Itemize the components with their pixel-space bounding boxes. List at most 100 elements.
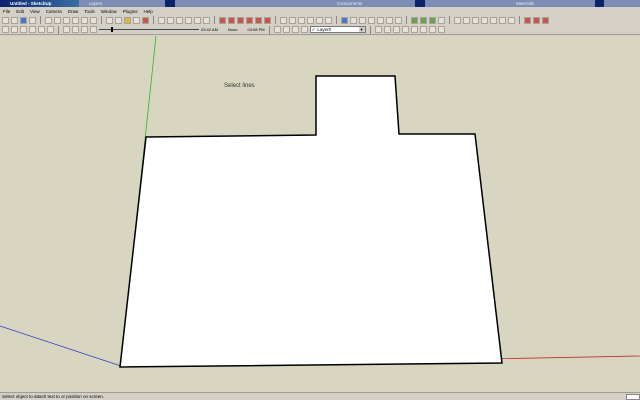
rectangle-icon[interactable] <box>185 16 192 24</box>
back-view-icon[interactable] <box>38 26 45 33</box>
google-earth-icon[interactable] <box>438 16 445 24</box>
iso-view-icon[interactable] <box>2 26 9 33</box>
share-component-icon[interactable] <box>429 16 436 24</box>
shaded-textures-icon[interactable] <box>499 16 506 24</box>
scale-icon[interactable] <box>255 16 262 24</box>
position-camera-icon[interactable] <box>63 26 70 33</box>
line-icon[interactable] <box>158 16 165 24</box>
measurements-box[interactable] <box>626 393 640 400</box>
style-icon[interactable] <box>401 26 409 33</box>
layers-panel-tab[interactable]: Layers <box>78 0 166 7</box>
redo-icon[interactable] <box>90 16 97 24</box>
floor-plan-face[interactable] <box>119 75 503 368</box>
share-model-icon[interactable] <box>420 16 427 24</box>
menu-edit[interactable]: Edit <box>13 9 27 14</box>
layer-manager-icon[interactable] <box>300 26 308 33</box>
freehand-icon[interactable] <box>176 16 183 24</box>
zoom-extents-icon[interactable] <box>395 16 402 24</box>
zoom-window-icon[interactable] <box>368 16 375 24</box>
match-photo-icon[interactable] <box>291 26 299 33</box>
components-close-icon[interactable] <box>415 0 426 7</box>
open-file-icon[interactable] <box>11 16 18 24</box>
menu-window[interactable]: Window <box>98 9 120 14</box>
fog-icon[interactable] <box>273 26 281 33</box>
select-icon[interactable] <box>115 16 122 24</box>
look-around-icon[interactable] <box>81 26 88 33</box>
outliner-icon[interactable] <box>383 26 391 33</box>
rotate-icon[interactable] <box>237 16 244 24</box>
chevron-down-icon[interactable]: ▼ <box>358 27 365 32</box>
protractor-icon[interactable] <box>298 16 305 24</box>
previous-view-icon[interactable] <box>377 16 384 24</box>
wireframe-icon[interactable] <box>472 16 479 24</box>
front-view-icon[interactable] <box>20 26 27 33</box>
polygon-icon[interactable] <box>203 16 210 24</box>
layers-close-icon[interactable] <box>165 0 176 7</box>
copy-icon[interactable] <box>54 16 61 24</box>
undo-icon[interactable] <box>81 16 88 24</box>
x-ray-icon[interactable] <box>454 16 461 24</box>
components-panel-tab[interactable]: Components <box>326 0 416 7</box>
zoom-icon[interactable] <box>359 16 366 24</box>
monochrome-icon[interactable] <box>508 16 515 24</box>
3d-text-icon[interactable] <box>325 16 332 24</box>
get-models-icon[interactable] <box>411 16 418 24</box>
menu-camera[interactable]: Camera <box>43 9 65 14</box>
intersect-icon[interactable] <box>410 26 418 33</box>
top-view-icon[interactable] <box>11 26 18 33</box>
component-options-icon[interactable] <box>392 26 400 33</box>
paste-icon[interactable] <box>63 16 70 24</box>
left-view-icon[interactable] <box>47 26 54 33</box>
union-icon[interactable] <box>419 26 427 33</box>
print-icon[interactable] <box>29 16 36 24</box>
trim-icon[interactable] <box>437 26 445 33</box>
menu-plugins[interactable]: Plugins <box>120 9 141 14</box>
menu-tools[interactable]: Tools <box>81 9 98 14</box>
circle-icon[interactable] <box>194 16 201 24</box>
display-section-planes-icon[interactable] <box>533 16 540 24</box>
viewport-canvas[interactable] <box>0 36 640 392</box>
offset-icon[interactable] <box>264 16 271 24</box>
save-icon[interactable] <box>20 16 27 24</box>
new-file-icon[interactable] <box>2 16 9 24</box>
cut-icon[interactable] <box>45 16 52 24</box>
right-view-icon[interactable] <box>29 26 36 33</box>
layer-properties-icon[interactable] <box>374 26 382 33</box>
text-icon[interactable] <box>307 16 314 24</box>
menu-draw[interactable]: Draw <box>65 9 82 14</box>
follow-me-icon[interactable] <box>246 16 253 24</box>
drawing-viewport[interactable]: Select lines <box>0 36 640 392</box>
menu-help[interactable]: Help <box>141 9 156 14</box>
menu-view[interactable]: View <box>27 9 43 14</box>
back-edges-icon[interactable] <box>463 16 470 24</box>
dimension-icon[interactable] <box>289 16 296 24</box>
shadows-toggle-icon[interactable] <box>90 26 97 33</box>
layer-select[interactable]: ✓ Layer0 ▼ <box>309 26 366 33</box>
hidden-line-icon[interactable] <box>481 16 488 24</box>
select-lines-label: Select lines <box>224 83 255 89</box>
materials-panel-tab[interactable]: Materials <box>506 0 595 7</box>
sandbox-icon[interactable] <box>282 26 290 33</box>
shadow-time-slider[interactable] <box>99 26 199 33</box>
display-section-cuts-icon[interactable] <box>542 16 549 24</box>
erase-icon[interactable] <box>72 16 79 24</box>
menu-file[interactable]: File <box>0 9 13 14</box>
walk-icon[interactable] <box>72 26 79 33</box>
pan-icon[interactable] <box>350 16 357 24</box>
subtract-icon[interactable] <box>428 26 436 33</box>
orbit-icon[interactable] <box>341 16 348 24</box>
shaded-icon[interactable] <box>490 16 497 24</box>
paint-bucket-icon[interactable] <box>142 16 149 24</box>
next-view-icon[interactable] <box>386 16 393 24</box>
slider-thumb[interactable] <box>111 27 113 32</box>
eraser-icon[interactable] <box>133 16 140 24</box>
make-component-icon[interactable] <box>124 16 131 24</box>
tape-measure-icon[interactable] <box>280 16 287 24</box>
section-plane-icon[interactable] <box>524 16 531 24</box>
axes-icon[interactable] <box>316 16 323 24</box>
arc-icon[interactable] <box>167 16 174 24</box>
materials-close-icon[interactable] <box>594 0 605 7</box>
move-icon[interactable] <box>219 16 226 24</box>
model-info-icon[interactable] <box>106 16 113 24</box>
push-pull-icon[interactable] <box>228 16 235 24</box>
